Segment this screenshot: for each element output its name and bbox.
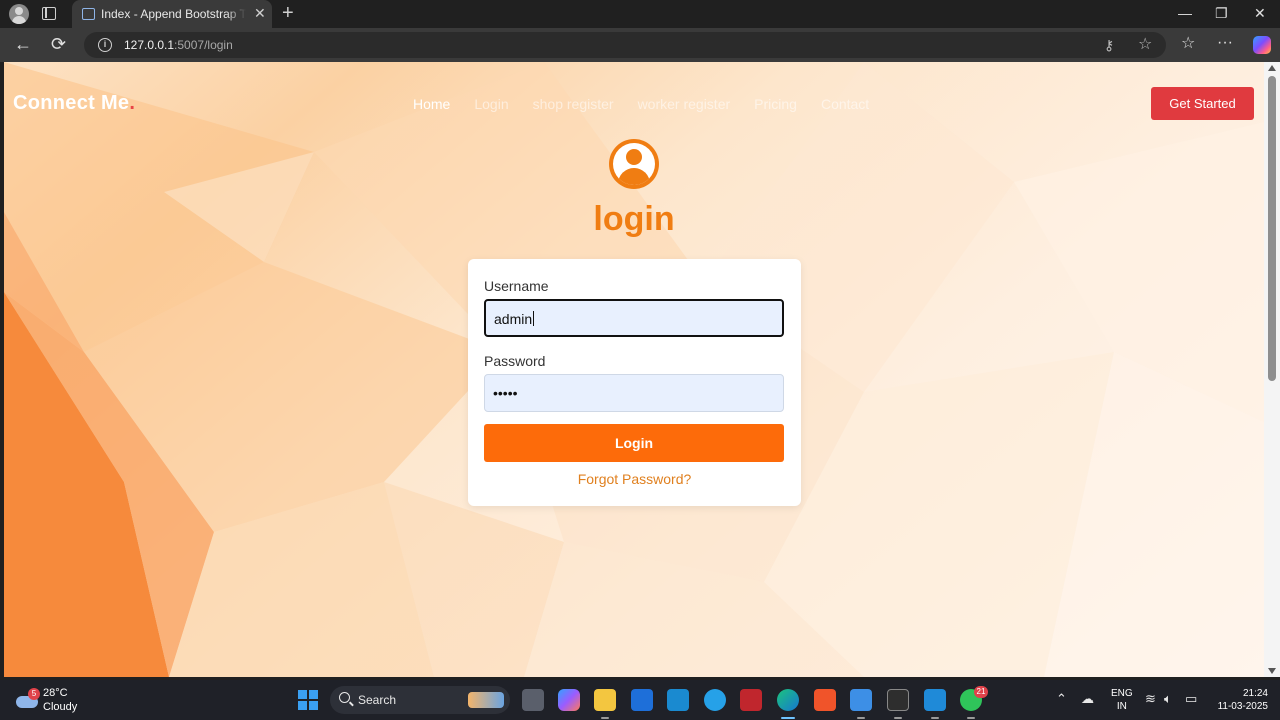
app-icon[interactable] xyxy=(850,689,872,711)
weather-widget[interactable]: 5 xyxy=(16,688,40,710)
nav-link-contact[interactable]: Contact xyxy=(821,96,869,112)
favorite-star-icon[interactable]: ☆ xyxy=(1138,36,1152,54)
browser-tab[interactable]: Index - Append Bootstrap Template ✕ xyxy=(72,0,272,28)
running-indicator xyxy=(857,717,865,719)
vscode-icon[interactable] xyxy=(924,689,946,711)
running-indicator xyxy=(967,717,975,719)
profile-avatar-icon[interactable] xyxy=(9,4,29,24)
taskbar: 5 28°C Cloudy Search 21 ⌃ ☁ ENG IN ≋ 🔈︎ ▭… xyxy=(0,680,1280,720)
search-label: Search xyxy=(358,693,397,707)
site-info-icon[interactable]: i xyxy=(98,38,112,52)
nav-link-login[interactable]: Login xyxy=(474,96,508,112)
language-indicator[interactable]: ENG IN xyxy=(1111,687,1133,713)
microsoft-store-icon[interactable] xyxy=(631,689,653,711)
minimize-button[interactable]: — xyxy=(1178,4,1192,22)
avatar-body xyxy=(618,168,650,185)
hp-icon[interactable] xyxy=(667,689,689,711)
tray-overflow-chevron-icon[interactable]: ⌃ xyxy=(1056,691,1067,707)
password-label: Password xyxy=(484,353,546,369)
login-card: Username admin Password ••••• Login Forg… xyxy=(468,259,801,506)
username-value: admin xyxy=(494,311,533,327)
safari-like-icon[interactable] xyxy=(704,689,726,711)
file-explorer-icon[interactable] xyxy=(594,689,616,711)
username-input[interactable]: admin xyxy=(484,299,784,337)
more-options-icon[interactable]: ··· xyxy=(1217,33,1233,53)
running-indicator xyxy=(601,717,609,719)
weather-badge: 5 xyxy=(28,688,40,700)
text-caret xyxy=(533,311,535,326)
language-code: ENG xyxy=(1111,688,1133,699)
url-text[interactable]: 127.0.0.1:5007/login xyxy=(124,38,233,52)
terminal-icon[interactable] xyxy=(887,689,909,711)
mcafee-icon[interactable] xyxy=(740,689,762,711)
favorites-icon[interactable]: ☆ xyxy=(1181,34,1195,54)
tab-favicon-icon xyxy=(82,8,95,20)
task-view-icon[interactable] xyxy=(522,689,544,711)
running-indicator xyxy=(894,717,902,719)
clock-date: 11-03-2025 xyxy=(1217,701,1268,712)
taskbar-search[interactable]: Search xyxy=(330,686,510,714)
active-app-indicator xyxy=(781,717,795,719)
page-viewport: Connect Me. Home Login shop register wor… xyxy=(4,62,1264,677)
password-value: ••••• xyxy=(493,385,518,401)
nav-link-home[interactable]: Home xyxy=(413,96,450,112)
copilot-app-icon[interactable] xyxy=(558,689,580,711)
tab-actions-icon[interactable] xyxy=(42,7,56,20)
browser-toolbar: ← ⟳ i 127.0.0.1:5007/login ⚷ ☆ xyxy=(0,28,1280,62)
login-heading: login xyxy=(593,200,675,238)
maximize-button[interactable]: ❐ xyxy=(1215,4,1228,22)
brave-icon[interactable] xyxy=(814,689,836,711)
url-path: :5007/login xyxy=(174,38,233,52)
wifi-icon[interactable]: ≋ xyxy=(1145,691,1156,707)
running-indicator xyxy=(931,717,939,719)
login-button[interactable]: Login xyxy=(484,424,784,462)
scroll-thumb[interactable] xyxy=(1268,76,1276,381)
tab-close-icon[interactable]: ✕ xyxy=(254,5,266,21)
get-started-button[interactable]: Get Started xyxy=(1151,87,1254,120)
volume-icon[interactable]: 🔈︎ xyxy=(1164,691,1172,707)
brand-name: Connect Me xyxy=(13,92,130,114)
system-clock[interactable]: 21:24 11-03-2025 xyxy=(1208,687,1268,713)
onedrive-cloud-icon[interactable]: ☁ xyxy=(1081,691,1094,707)
nav-link-pricing[interactable]: Pricing xyxy=(754,96,797,112)
whatsapp-badge: 21 xyxy=(974,686,988,698)
region-code: IN xyxy=(1116,701,1127,712)
password-input[interactable]: ••••• xyxy=(484,374,784,412)
weather-description[interactable]: Cloudy xyxy=(43,701,77,713)
browser-titlebar: Index - Append Bootstrap Template ✕ + — … xyxy=(0,0,1280,28)
username-label: Username xyxy=(484,278,549,294)
start-button[interactable] xyxy=(298,690,318,710)
back-button[interactable]: ← xyxy=(14,34,32,54)
battery-icon[interactable]: ▭ xyxy=(1185,691,1197,707)
url-host: 127.0.0.1 xyxy=(124,38,175,52)
search-highlight-image xyxy=(468,692,504,708)
brand-dot: . xyxy=(129,92,136,114)
reload-button[interactable]: ⟳ xyxy=(51,34,66,54)
page-scrollbar[interactable] xyxy=(1264,62,1280,677)
forgot-password-link[interactable]: Forgot Password? xyxy=(468,471,801,487)
clock-time: 21:24 xyxy=(1242,688,1268,699)
avatar-head xyxy=(626,149,642,165)
scroll-up-arrow-icon[interactable] xyxy=(1268,65,1276,71)
nav-link-shop-register[interactable]: shop register xyxy=(533,96,614,112)
new-tab-button[interactable]: + xyxy=(282,3,294,23)
site-brand-logo[interactable]: Connect Me. xyxy=(13,92,135,115)
address-bar[interactable]: i 127.0.0.1:5007/login ⚷ ☆ xyxy=(84,32,1166,58)
nav-link-worker-register[interactable]: worker register xyxy=(638,96,731,112)
edge-icon[interactable] xyxy=(777,689,799,711)
scroll-down-arrow-icon[interactable] xyxy=(1268,668,1276,674)
site-nav: Home Login shop register worker register… xyxy=(413,96,869,112)
copilot-icon[interactable] xyxy=(1253,36,1271,54)
weather-temperature[interactable]: 28°C xyxy=(43,687,68,699)
search-icon xyxy=(339,692,350,703)
avatar-inner xyxy=(613,143,655,185)
tab-title: Index - Append Bootstrap Template xyxy=(101,7,246,21)
close-window-button[interactable]: ✕ xyxy=(1254,4,1266,22)
user-avatar-icon xyxy=(609,139,659,189)
password-key-icon[interactable]: ⚷ xyxy=(1104,36,1114,54)
